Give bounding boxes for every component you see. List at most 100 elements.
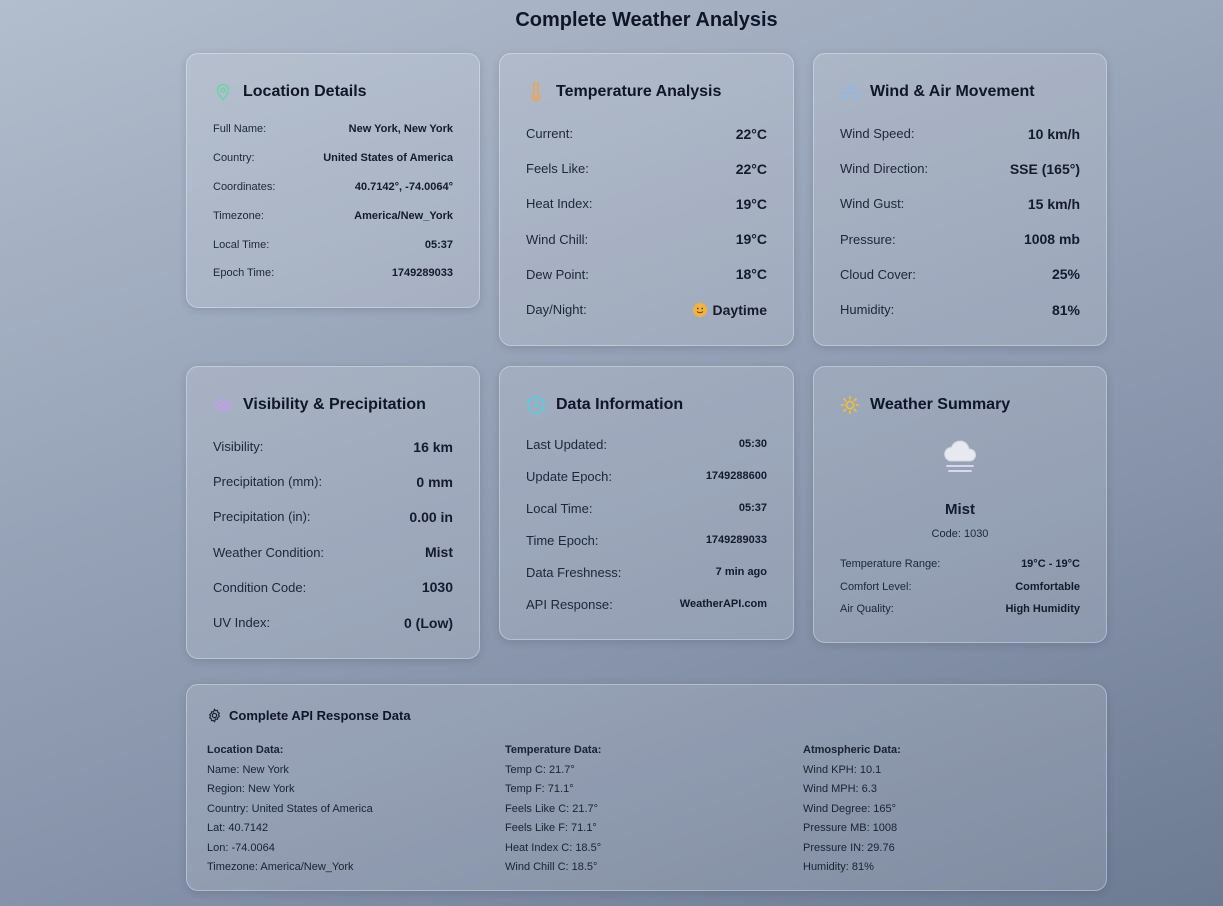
- row-value: 22°C: [735, 160, 767, 177]
- row-label: Condition Code:: [213, 579, 307, 595]
- row-value: 1749288600: [705, 470, 767, 482]
- api-column-atmospheric: Atmospheric Data: Wind KPH: 10.1 Wind MP…: [803, 741, 901, 878]
- location-row-epoch-time: Epoch Time: 1749289033: [213, 259, 453, 288]
- temp-row-dew-point: Dew Point: 18°C: [526, 257, 767, 292]
- row-value: 0 mm: [416, 473, 453, 490]
- row-value: 0 (Low): [404, 614, 453, 631]
- api-line: Wind KPH: 10.1: [803, 763, 882, 776]
- api-line: Name: New York: [207, 763, 289, 776]
- location-details-card: Location Details Full Name: New York, New…: [186, 53, 480, 308]
- temp-row-feels-like: Feels Like: 22°C: [526, 151, 767, 186]
- row-label: Local Time:: [213, 238, 270, 251]
- api-column-heading: Location Data:: [207, 744, 284, 756]
- page-title: Complete Weather Analysis: [515, 9, 778, 31]
- day-night-text: Daytime: [712, 301, 767, 318]
- weather-summary-card: Weather Summary Mist Code: 1030 Temperat…: [813, 366, 1107, 643]
- data-row-update-epoch: Update Epoch: 1749288600: [526, 460, 767, 492]
- row-value: Daytime: [692, 301, 767, 318]
- summary-condition: Mist: [945, 501, 975, 518]
- row-value: 05:30: [738, 438, 767, 450]
- row-value: New York, New York: [348, 123, 453, 136]
- data-information-title: Data Information: [556, 396, 684, 413]
- api-response-card: Complete API Response Data Location Data…: [186, 684, 1107, 891]
- temp-row-wind-chill: Wind Chill: 19°C: [526, 222, 767, 257]
- api-column-heading: Atmospheric Data:: [803, 744, 901, 756]
- api-column-heading: Temperature Data:: [505, 744, 602, 756]
- row-label: Local Time:: [526, 500, 593, 516]
- row-label: Timezone:: [213, 209, 264, 222]
- location-row-full-name: Full Name: New York, New York: [213, 115, 453, 144]
- row-value: 7 min ago: [715, 566, 767, 578]
- api-line: Temp F: 71.1°: [505, 783, 574, 795]
- location-row-country: Country: United States of America: [213, 144, 453, 173]
- summary-code: Code: 1030: [931, 528, 989, 540]
- eye-icon: [213, 395, 233, 415]
- row-value: 1749289033: [705, 534, 767, 546]
- api-line: Wind MPH: 6.3: [803, 783, 877, 795]
- row-value: 15 km/h: [1027, 195, 1080, 212]
- data-information-list: Last Updated: 05:30 Update Epoch: 17492886…: [526, 428, 767, 620]
- api-response-header: Complete API Response Data: [207, 708, 411, 723]
- row-label: Current:: [526, 126, 573, 142]
- row-label: Wind Speed:: [840, 126, 915, 142]
- row-value: 1008 mb: [1023, 231, 1080, 248]
- row-label: Weather Condition:: [213, 544, 325, 560]
- sun-icon: [840, 395, 860, 415]
- sun-face-icon: [692, 302, 707, 317]
- data-row-api-response: API Response: WeatherAPI.com: [526, 588, 767, 620]
- wind-air-card: Wind & Air Movement Wind Speed: 10 km/h W…: [813, 53, 1107, 346]
- vis-row-precip-in: Precipitation (in): 0.00 in: [213, 499, 453, 534]
- api-line: Heat Index C: 18.5°: [505, 841, 602, 854]
- row-value: 25%: [1051, 266, 1080, 283]
- api-line: Region: New York: [207, 783, 295, 795]
- wind-row-speed: Wind Speed: 10 km/h: [840, 116, 1080, 151]
- wind-row-cloud-cover: Cloud Cover: 25%: [840, 257, 1080, 292]
- api-line: Wind Degree: 165°: [803, 802, 897, 815]
- location-row-local-time: Local Time: 05:37: [213, 230, 453, 259]
- gear-icon: [207, 708, 222, 723]
- location-details-list: Full Name: New York, New York Country: Uni…: [213, 115, 453, 288]
- row-label: Time Epoch:: [526, 532, 599, 548]
- row-label: Air Quality:: [840, 603, 894, 616]
- row-value: 05:37: [424, 238, 453, 251]
- api-line: Pressure MB: 1008: [803, 822, 898, 834]
- location-row-timezone: Timezone: America/New_York: [213, 201, 453, 230]
- api-line: Feels Like C: 21.7°: [505, 802, 599, 815]
- row-value: United States of America: [323, 152, 453, 165]
- row-value: SSE (165°): [1009, 160, 1080, 177]
- api-line: Lon: -74.0064: [207, 841, 275, 854]
- weather-summary-header: Weather Summary: [840, 395, 1010, 415]
- row-value: Comfortable: [1015, 580, 1080, 593]
- api-line: Humidity: 81%: [803, 861, 874, 873]
- row-label: API Response:: [526, 596, 613, 612]
- row-label: Data Freshness:: [526, 564, 622, 580]
- row-label: Precipitation (mm):: [213, 474, 323, 490]
- row-label: Temperature Range:: [840, 558, 941, 571]
- location-details-title: Location Details: [243, 83, 367, 100]
- row-label: Pressure:: [840, 231, 896, 247]
- api-response-title: Complete API Response Data: [229, 708, 411, 723]
- api-line: Temp C: 21.7°: [505, 763, 575, 776]
- row-value: 19°C: [735, 195, 767, 212]
- row-label: Dew Point:: [526, 266, 589, 282]
- row-label: Wind Direction:: [840, 161, 929, 177]
- summary-row-air-quality: Air Quality: High Humidity: [840, 598, 1080, 621]
- row-label: Visibility:: [213, 439, 264, 455]
- vis-row-condition-code: Condition Code: 1030: [213, 570, 453, 605]
- wind-row-direction: Wind Direction: SSE (165°): [840, 151, 1080, 186]
- api-line: Timezone: America/New_York: [207, 861, 354, 873]
- summary-details-list: Temperature Range: 19°C - 19°C Comfort Le…: [840, 553, 1080, 621]
- row-label: Precipitation (in):: [213, 509, 311, 525]
- row-value: 05:37: [738, 502, 767, 514]
- row-label: Humidity:: [840, 302, 895, 318]
- api-line: Wind Chill C: 18.5°: [505, 861, 598, 873]
- wind-row-gust: Wind Gust: 15 km/h: [840, 186, 1080, 221]
- location-row-coordinates: Coordinates: 40.7142°, -74.0064°: [213, 173, 453, 202]
- wind-air-title: Wind & Air Movement: [870, 83, 1035, 100]
- row-value: 19°C: [735, 231, 767, 248]
- api-column-temperature: Temperature Data: Temp C: 21.7° Temp F: …: [505, 741, 601, 878]
- data-row-freshness: Data Freshness: 7 min ago: [526, 556, 767, 588]
- api-line: Pressure IN: 29.76: [803, 841, 895, 854]
- weather-summary-title: Weather Summary: [870, 396, 1011, 413]
- row-label: Cloud Cover:: [840, 266, 916, 282]
